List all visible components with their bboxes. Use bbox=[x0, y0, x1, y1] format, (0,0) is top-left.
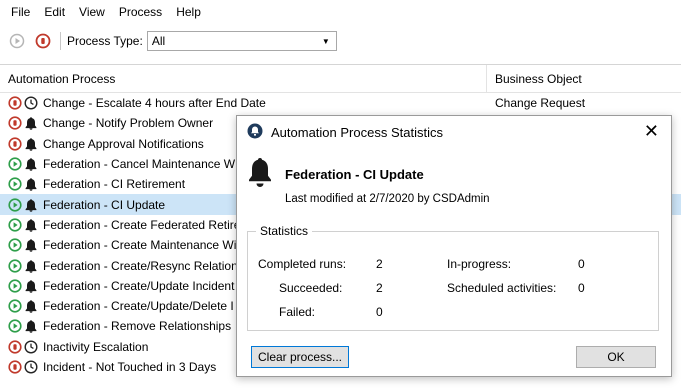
running-status-icon bbox=[8, 157, 22, 171]
process-type-value: All bbox=[151, 34, 166, 48]
bell-icon bbox=[24, 137, 38, 151]
running-status-icon bbox=[8, 258, 22, 273]
bell-icon bbox=[24, 299, 38, 313]
toolbar-separator bbox=[60, 32, 61, 50]
bell-icon bbox=[24, 319, 38, 334]
menu-edit[interactable]: Edit bbox=[37, 5, 72, 19]
bell-icon bbox=[24, 218, 38, 232]
scheduled-activities-label: Scheduled activities: bbox=[447, 281, 557, 295]
automation-process-cell: Change - Escalate 4 hours after End Date bbox=[0, 96, 487, 110]
bell-icon bbox=[24, 116, 38, 131]
running-status-icon bbox=[8, 177, 22, 191]
process-type-label: Process Type: bbox=[67, 34, 143, 48]
last-modified: Last modified at 2/7/2020 by CSDAdmin bbox=[285, 193, 490, 205]
bell-icon bbox=[24, 198, 38, 212]
bell-icon bbox=[24, 259, 38, 273]
statistics-group-label: Statistics bbox=[256, 224, 313, 238]
completed-runs-label: Completed runs: bbox=[258, 257, 347, 271]
menu-help[interactable]: Help bbox=[169, 5, 208, 19]
toolbar: Process Type: All ▼ bbox=[0, 26, 681, 56]
process-name-cell: Federation - Create Federated Retire bbox=[43, 217, 241, 232]
process-name-cell: Inactivity Escalation bbox=[43, 339, 149, 354]
grid-header: Automation Process Business Object bbox=[0, 65, 681, 93]
running-status-icon bbox=[8, 319, 22, 334]
in-progress-label: In-progress: bbox=[447, 257, 512, 271]
bell-icon bbox=[24, 238, 38, 253]
process-name-cell: Federation - Create Maintenance Wi bbox=[43, 238, 237, 253]
ok-button[interactable]: OK bbox=[576, 346, 656, 368]
process-name-cell: Federation - Create/Update Incident bbox=[43, 278, 235, 293]
stop-status-icon bbox=[8, 116, 22, 131]
table-row[interactable]: Change - Escalate 4 hours after End Date… bbox=[0, 93, 681, 113]
failed-value: 0 bbox=[376, 305, 383, 319]
process-type-dropdown[interactable]: All ▼ bbox=[146, 31, 337, 51]
process-name-cell: Federation - Create/Update/Delete I bbox=[43, 299, 234, 314]
process-name-cell: Federation - Create/Resync Relation bbox=[43, 258, 238, 273]
app-logo-icon bbox=[247, 123, 263, 142]
business-object-cell: Change Request bbox=[495, 96, 586, 111]
stop-status-icon bbox=[8, 360, 22, 374]
running-status-icon bbox=[8, 218, 22, 232]
dialog-title: Automation Process Statistics bbox=[271, 124, 443, 140]
process-name: Federation - CI Update bbox=[285, 167, 424, 182]
process-name-cell: Change Approval Notifications bbox=[43, 136, 204, 151]
bell-icon bbox=[24, 157, 38, 171]
clock-icon bbox=[24, 360, 38, 374]
process-name-cell: Federation - CI Retirement bbox=[43, 177, 186, 192]
statistics-dialog: Automation Process Statistics ✕ Federati… bbox=[236, 115, 672, 377]
close-icon[interactable]: ✕ bbox=[644, 122, 659, 140]
start-process-icon[interactable] bbox=[8, 32, 26, 50]
bell-icon bbox=[24, 279, 38, 293]
clock-icon bbox=[24, 96, 38, 110]
succeeded-label: Succeeded: bbox=[279, 281, 343, 295]
process-name-cell: Federation - CI Update bbox=[43, 197, 166, 212]
stop-process-icon[interactable] bbox=[34, 32, 52, 50]
menu-file[interactable]: File bbox=[4, 5, 37, 19]
stop-status-icon bbox=[8, 137, 22, 151]
column-header-business-object[interactable]: Business Object bbox=[487, 65, 681, 92]
scheduled-activities-value: 0 bbox=[578, 281, 585, 295]
running-status-icon bbox=[8, 299, 22, 313]
clock-icon bbox=[24, 340, 38, 354]
menu-bar: File Edit View Process Help bbox=[0, 0, 681, 24]
completed-runs-value: 2 bbox=[376, 257, 383, 271]
bell-icon bbox=[24, 177, 38, 192]
process-name-cell: Federation - Cancel Maintenance W bbox=[43, 157, 236, 172]
column-header-automation-process[interactable]: Automation Process bbox=[0, 65, 487, 92]
stop-status-icon bbox=[8, 96, 22, 110]
process-name-cell: Federation - Remove Relationships bbox=[43, 319, 232, 334]
menu-process[interactable]: Process bbox=[112, 5, 169, 19]
process-bell-icon bbox=[247, 156, 273, 188]
statistics-group: Statistics Completed runs: 2 Succeeded: … bbox=[247, 224, 659, 331]
running-status-icon bbox=[8, 238, 22, 252]
process-name-cell: Incident - Not Touched in 3 Days bbox=[43, 360, 217, 374]
in-progress-value: 0 bbox=[578, 257, 585, 271]
succeeded-value: 2 bbox=[376, 281, 383, 295]
stop-status-icon bbox=[8, 340, 22, 354]
process-name-cell: Change - Escalate 4 hours after End Date bbox=[43, 96, 266, 111]
menu-view[interactable]: View bbox=[72, 5, 112, 19]
chevron-down-icon: ▼ bbox=[321, 36, 330, 46]
failed-label: Failed: bbox=[279, 305, 316, 319]
process-name-cell: Change - Notify Problem Owner bbox=[43, 116, 214, 131]
running-status-icon bbox=[8, 198, 22, 212]
clear-process-label: Clear process... bbox=[257, 350, 343, 364]
running-status-icon bbox=[8, 279, 22, 293]
clear-process-button[interactable]: Clear process... bbox=[251, 346, 349, 368]
dialog-title-bar: Automation Process Statistics ✕ bbox=[237, 116, 671, 148]
